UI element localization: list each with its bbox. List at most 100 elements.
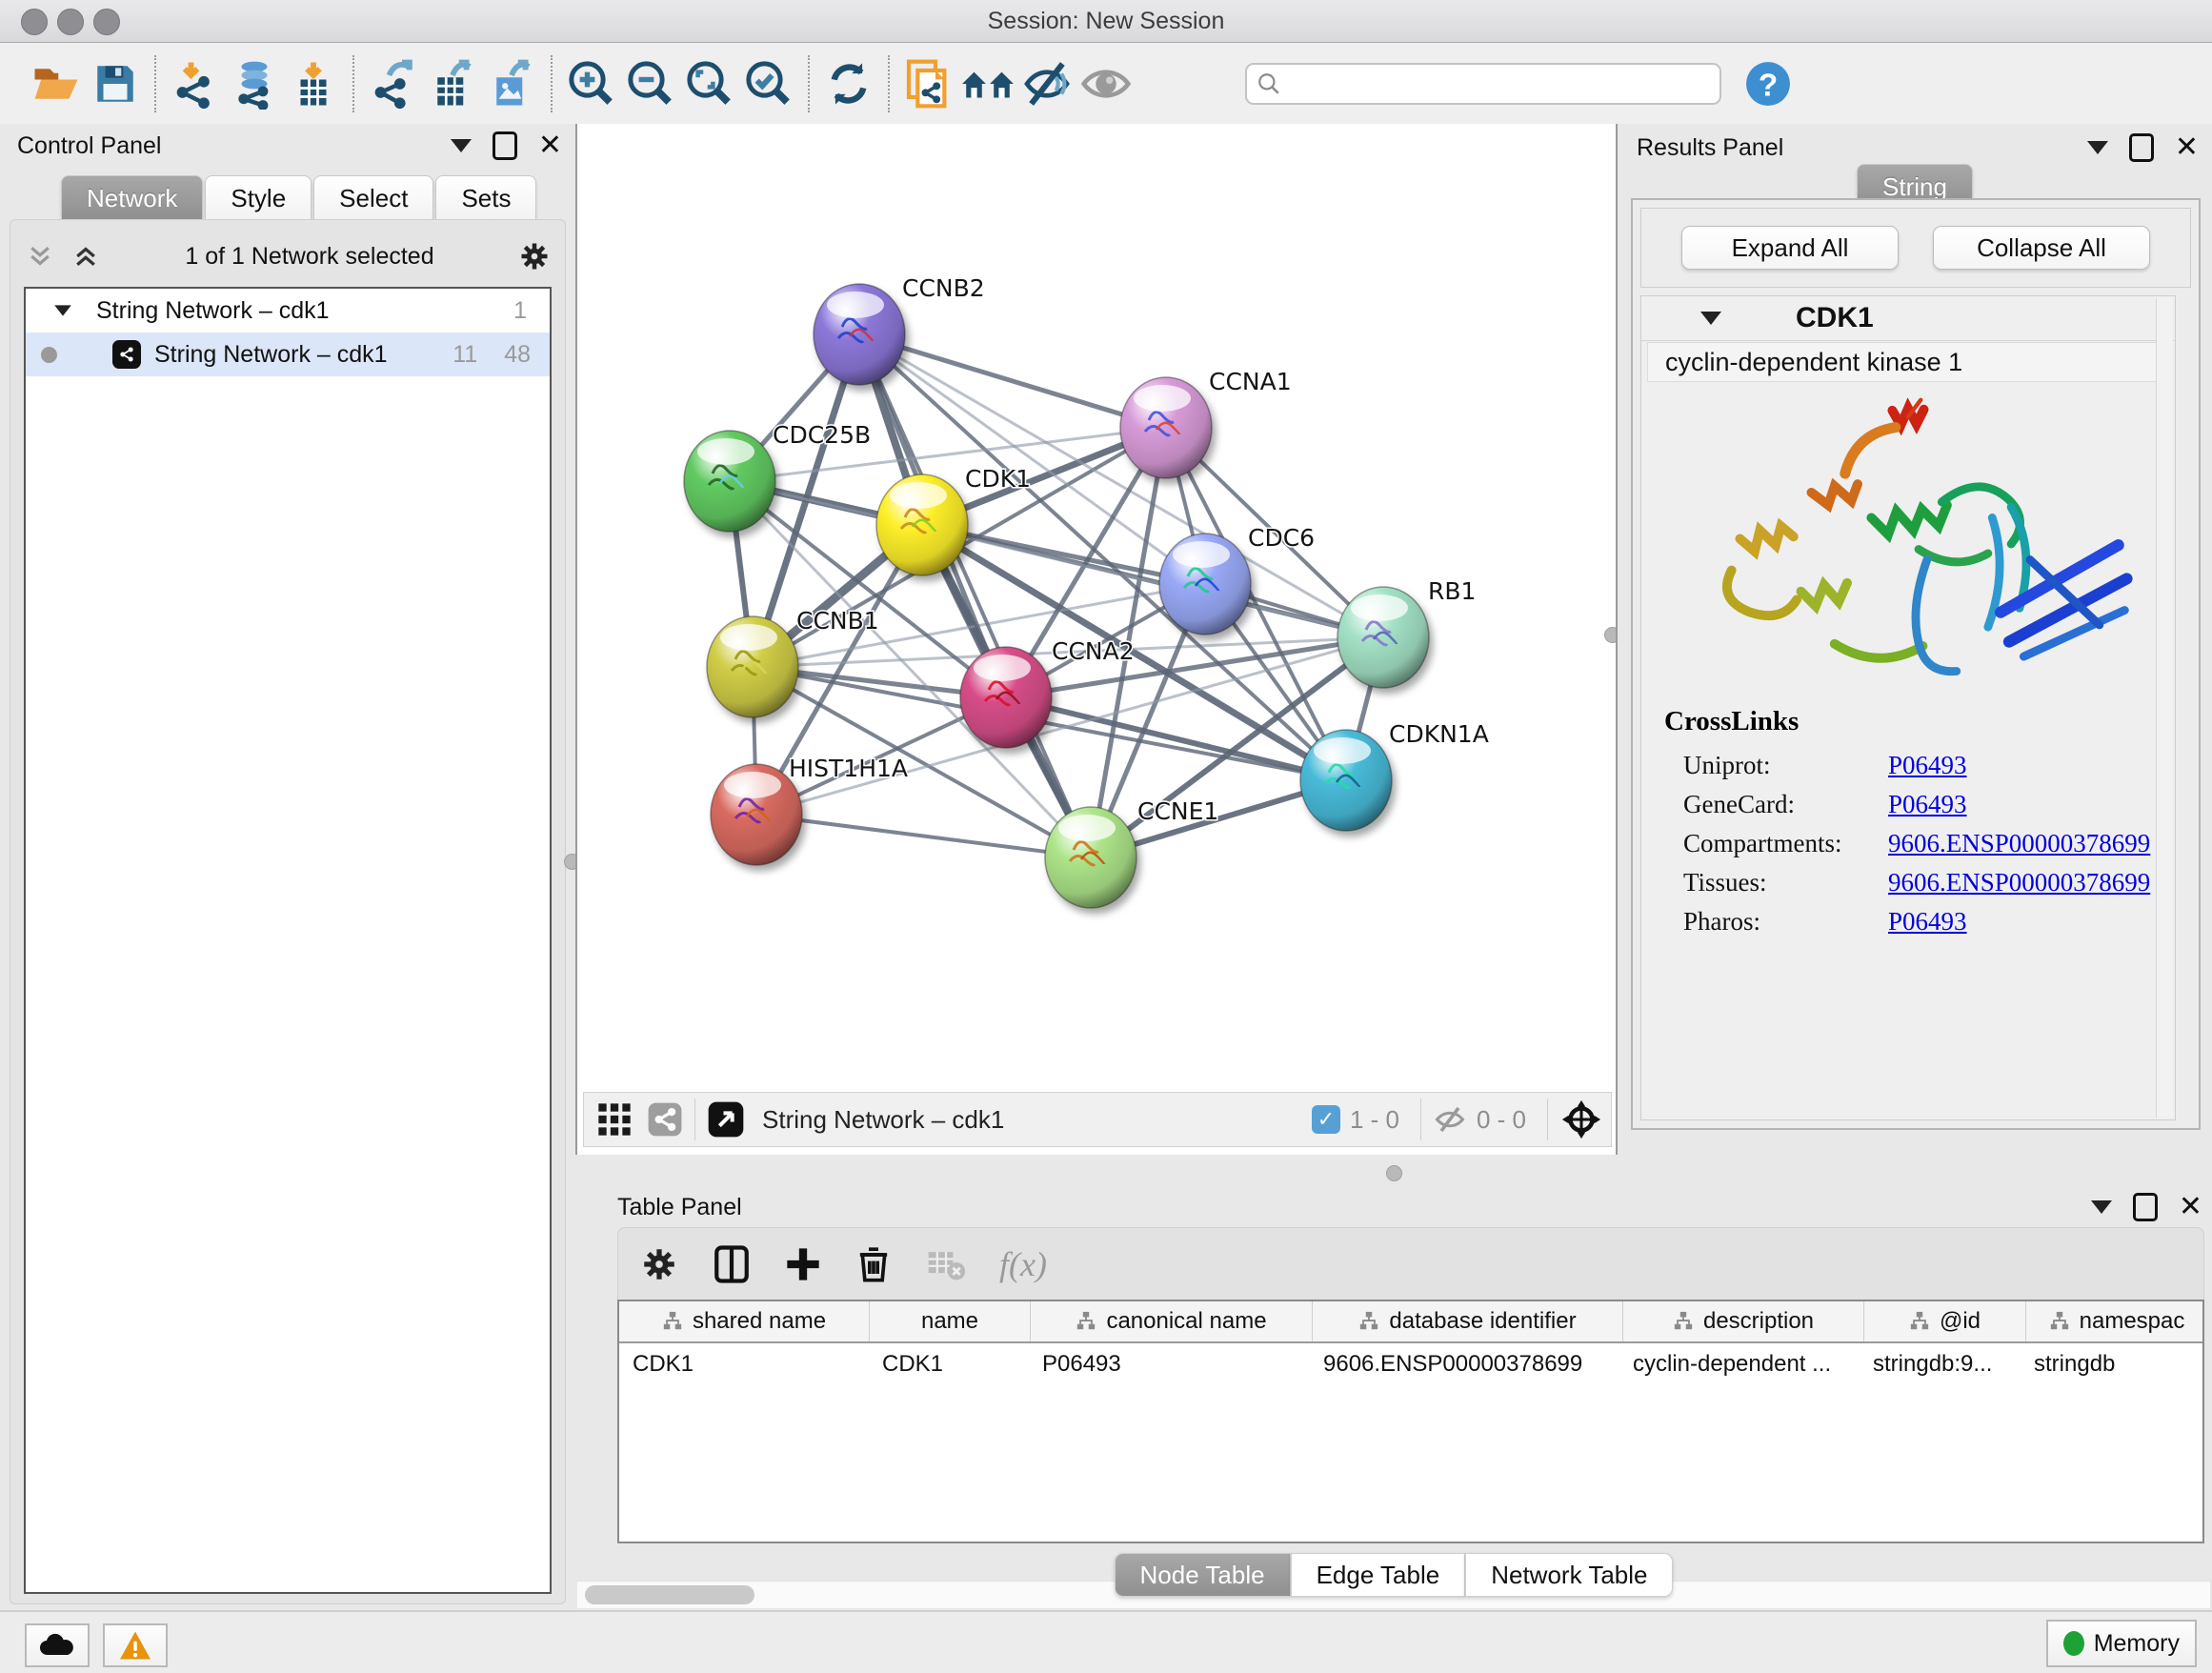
expand-all-button[interactable]: Expand All bbox=[1681, 226, 1899, 270]
close-panel-icon[interactable]: ✕ bbox=[2179, 1196, 2202, 1219]
crosslink-link[interactable]: 9606.ENSP00000378699 bbox=[1888, 829, 2150, 858]
crosslink-link[interactable]: P06493 bbox=[1888, 790, 1967, 819]
column-header-description[interactable]: description bbox=[1623, 1301, 1864, 1341]
cell-database-identifier[interactable]: 9606.ENSP00000378699 bbox=[1310, 1351, 1619, 1378]
network-tab-body: 1 of 1 Network selected String Network –… bbox=[10, 219, 566, 1604]
import-network-database-button[interactable] bbox=[225, 54, 284, 113]
network-collection-row[interactable]: String Network – cdk1 1 bbox=[26, 289, 550, 333]
panel-menu-icon[interactable] bbox=[451, 139, 472, 152]
edge-CCNB2-CCNA1[interactable] bbox=[859, 334, 1166, 428]
network-canvas[interactable]: CCNB2CCNA1CDC25BCDK1CDC6RB1CCNB1CCNA2CDK… bbox=[577, 124, 1618, 1091]
section-expander-icon[interactable] bbox=[1700, 312, 1721, 325]
import-network-file-button[interactable] bbox=[166, 54, 225, 113]
zoom-in-button[interactable] bbox=[562, 54, 621, 113]
column-header-shared-name[interactable]: shared name bbox=[619, 1301, 870, 1341]
zoom-selected-button[interactable] bbox=[739, 54, 798, 113]
export-image-button[interactable] bbox=[482, 54, 541, 113]
refresh-view-button[interactable] bbox=[819, 54, 878, 113]
node-CCNA1[interactable]: CCNA1 bbox=[1120, 368, 1292, 478]
column-header-canonical-name[interactable]: canonical name bbox=[1031, 1301, 1313, 1341]
gear-icon[interactable] bbox=[517, 239, 552, 273]
open-session-button[interactable] bbox=[27, 54, 86, 113]
tab-network[interactable]: Network bbox=[61, 175, 203, 220]
help-button[interactable]: ? bbox=[1739, 54, 1798, 113]
node-HIST1H1A[interactable]: HIST1H1A bbox=[711, 755, 908, 865]
node-label-CCNA2: CCNA2 bbox=[1052, 637, 1135, 665]
cell-namespac[interactable]: stringdb bbox=[2021, 1351, 2202, 1378]
cell-canonical-name[interactable]: P06493 bbox=[1029, 1351, 1310, 1378]
node-label-CCNB1: CCNB1 bbox=[796, 607, 879, 635]
selected-nodes-checkbox[interactable]: ✓ bbox=[1312, 1105, 1340, 1134]
tab-style[interactable]: Style bbox=[205, 175, 312, 220]
tab-edge-table[interactable]: Edge Table bbox=[1291, 1553, 1466, 1597]
gene-section-header[interactable]: CDK1 bbox=[1641, 296, 2175, 341]
show-panel-button[interactable] bbox=[1076, 54, 1136, 113]
column-header-namespac[interactable]: namespac bbox=[2026, 1301, 2204, 1341]
horizontal-splitter[interactable] bbox=[575, 1155, 2212, 1191]
panel-menu-icon[interactable] bbox=[2087, 141, 2108, 154]
node-table[interactable]: shared namenamecanonical namedatabase id… bbox=[617, 1300, 2204, 1543]
tab-node-table[interactable]: Node Table bbox=[1115, 1553, 1291, 1597]
collection-expander-icon[interactable] bbox=[54, 305, 71, 315]
column-header-@id[interactable]: @id bbox=[1864, 1301, 2026, 1341]
edge-CCNE1-HIST1H1A[interactable] bbox=[756, 815, 1091, 857]
table-type-tabs: Node TableEdge TableNetwork Table bbox=[575, 1553, 2212, 1597]
detach-view-icon[interactable] bbox=[707, 1100, 745, 1139]
crosslink-link[interactable]: P06493 bbox=[1888, 907, 1967, 937]
network-view-title: String Network – cdk1 bbox=[762, 1105, 1312, 1135]
import-table-button[interactable] bbox=[284, 54, 343, 113]
birds-eye-icon[interactable] bbox=[1559, 1098, 1603, 1141]
node-CCNB2[interactable]: CCNB2 bbox=[814, 274, 985, 385]
float-panel-icon[interactable] bbox=[2133, 1193, 2158, 1221]
cell-@id[interactable]: stringdb:9... bbox=[1860, 1351, 2021, 1378]
crosslink-link[interactable]: P06493 bbox=[1888, 751, 1967, 780]
warnings-button[interactable] bbox=[103, 1623, 168, 1667]
node-CDKN1A[interactable]: CDKN1A bbox=[1300, 720, 1489, 831]
cloud-status-button[interactable] bbox=[25, 1623, 90, 1667]
zoom-fit-button[interactable] bbox=[680, 54, 739, 113]
string-home-button[interactable] bbox=[958, 54, 1017, 113]
grid-view-icon[interactable] bbox=[595, 1100, 633, 1139]
node-RB1[interactable]: RB1 bbox=[1337, 577, 1476, 688]
collapse-all-icon[interactable] bbox=[24, 242, 56, 271]
export-table-button[interactable] bbox=[423, 54, 482, 113]
zoom-out-button[interactable] bbox=[621, 54, 680, 113]
import-table-icon bbox=[288, 58, 339, 110]
splitter-handle[interactable] bbox=[1386, 1165, 1402, 1181]
show-columns-icon[interactable] bbox=[712, 1244, 752, 1284]
column-header-database-identifier[interactable]: database identifier bbox=[1313, 1301, 1623, 1341]
hide-panel-button[interactable] bbox=[1017, 54, 1076, 113]
cell-shared-name[interactable]: CDK1 bbox=[619, 1351, 869, 1378]
float-panel-icon[interactable] bbox=[2129, 133, 2154, 162]
collapse-all-button[interactable]: Collapse All bbox=[1933, 226, 2150, 270]
search-input[interactable] bbox=[1245, 63, 1721, 105]
add-column-icon[interactable] bbox=[784, 1245, 822, 1283]
save-session-button[interactable] bbox=[86, 54, 145, 113]
expand-all-icon[interactable] bbox=[70, 242, 102, 271]
delete-column-icon[interactable] bbox=[855, 1245, 893, 1283]
close-panel-icon[interactable]: ✕ bbox=[538, 134, 562, 157]
node-CCNE1[interactable]: CCNE1 bbox=[1045, 797, 1218, 908]
crosslink-link[interactable]: 9606.ENSP00000378699 bbox=[1888, 868, 2150, 897]
table-options-gear-icon[interactable] bbox=[639, 1244, 679, 1284]
tab-sets[interactable]: Sets bbox=[435, 175, 536, 220]
network-row-selected[interactable]: String Network – cdk1 11 48 bbox=[26, 333, 550, 376]
table-panel-title: Table Panel bbox=[617, 1194, 742, 1221]
cell-description[interactable]: cyclin-dependent ... bbox=[1619, 1351, 1860, 1378]
cell-name[interactable]: CDK1 bbox=[869, 1351, 1029, 1378]
memory-button[interactable]: Memory bbox=[2046, 1620, 2197, 1667]
panel-menu-icon[interactable] bbox=[2091, 1200, 2112, 1214]
close-panel-icon[interactable]: ✕ bbox=[2175, 136, 2199, 159]
crosslink-row: GeneCard:P06493 bbox=[1683, 790, 2165, 819]
results-scrollbar[interactable] bbox=[2156, 298, 2173, 1118]
export-network-button[interactable] bbox=[364, 54, 423, 113]
network-share-icon[interactable] bbox=[647, 1101, 683, 1138]
tab-select[interactable]: Select bbox=[313, 175, 433, 220]
column-header-name[interactable]: name bbox=[870, 1301, 1031, 1341]
tab-network-table[interactable]: Network Table bbox=[1465, 1553, 1673, 1597]
table-row[interactable]: CDK1CDK1P064939606.ENSP00000378699cyclin… bbox=[619, 1343, 2202, 1385]
toolbar-separator bbox=[1420, 1099, 1421, 1140]
node-CDC6[interactable]: CDC6 bbox=[1159, 524, 1315, 635]
float-panel-icon[interactable] bbox=[493, 131, 517, 160]
share-document-button[interactable] bbox=[899, 54, 958, 113]
